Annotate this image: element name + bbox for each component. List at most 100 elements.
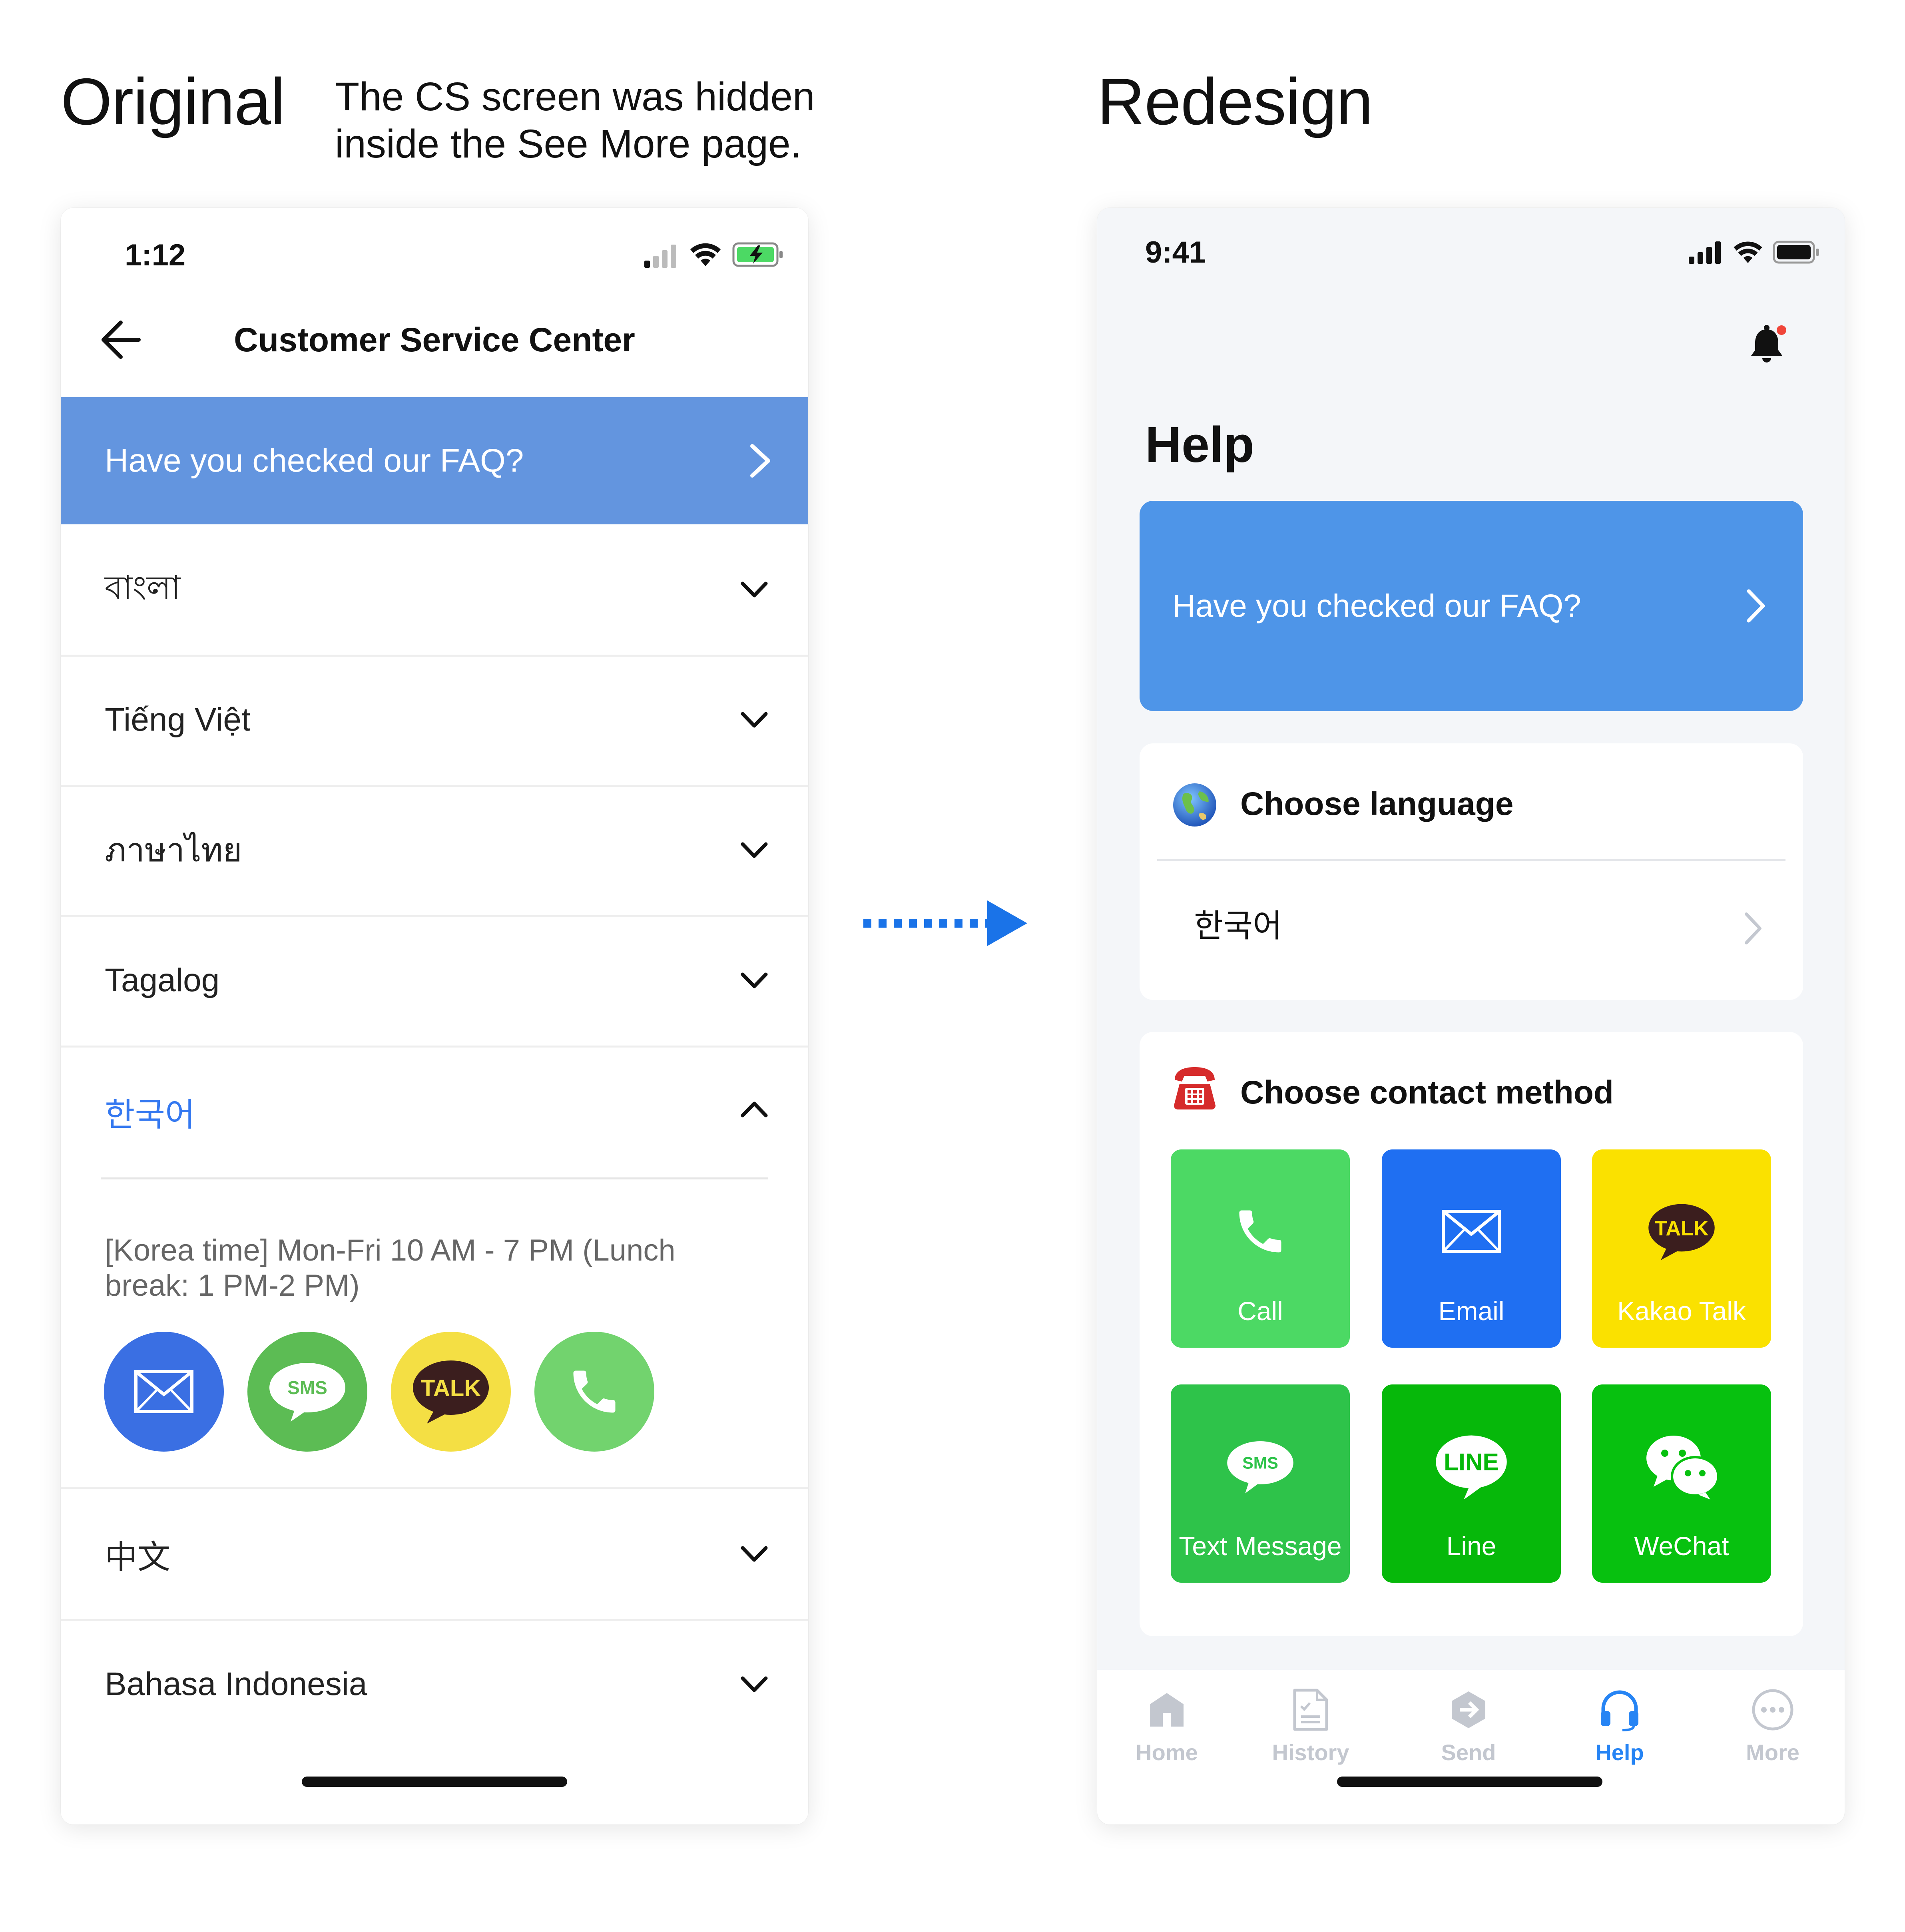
- original-phone-screen: 1:12 Customer Service Center Have you ch…: [61, 208, 808, 1824]
- language-label: বাংলা: [105, 569, 181, 606]
- kakao-talk-icon: TALK: [1648, 1204, 1715, 1260]
- sms-badge-text: SMS: [1242, 1454, 1278, 1472]
- tab-send[interactable]: Send: [1409, 1686, 1528, 1765]
- language-label: 中文: [105, 1539, 171, 1575]
- sms-icon: SMS: [1227, 1441, 1293, 1494]
- kakao-talk-button[interactable]: TALK: [391, 1332, 511, 1452]
- sms-icon: SMS: [269, 1363, 345, 1422]
- page-title: Customer Service Center: [234, 321, 635, 359]
- faq-banner-text: Have you checked our FAQ?: [105, 442, 524, 479]
- contact-card-title: Choose contact method: [1240, 1074, 1614, 1111]
- home-indicator: [302, 1777, 567, 1787]
- selected-language: 한국어: [1194, 908, 1282, 944]
- tab-history[interactable]: History: [1251, 1686, 1371, 1765]
- language-label: Tiếng Việt: [105, 701, 251, 738]
- history-icon: [1293, 1689, 1328, 1731]
- tile-label: Call: [1237, 1296, 1283, 1326]
- call-tile[interactable]: Call: [1171, 1149, 1350, 1348]
- tile-label: Email: [1438, 1296, 1504, 1326]
- original-note: The CS screen was hidden inside the See …: [335, 74, 815, 166]
- language-row-tagalog[interactable]: Tagalog: [61, 915, 808, 1048]
- faq-banner-text: Have you checked our FAQ?: [1172, 588, 1581, 623]
- language-row-thai[interactable]: ภาษาไทย: [61, 785, 808, 917]
- send-icon: [1452, 1691, 1485, 1728]
- tile-label: Kakao Talk: [1617, 1296, 1746, 1326]
- chevron-down-icon: [741, 712, 768, 728]
- sms-button[interactable]: SMS: [247, 1332, 367, 1452]
- chevron-down-icon: [741, 1676, 768, 1692]
- faq-banner[interactable]: Have you checked our FAQ?: [61, 397, 808, 524]
- battery-charging-icon: [732, 242, 783, 267]
- telephone-icon: [1174, 1067, 1216, 1109]
- selected-language-row[interactable]: 한국어: [1140, 861, 1803, 1000]
- kakao-talk-tile[interactable]: TALK Kakao Talk: [1592, 1149, 1771, 1348]
- language-card-title: Choose language: [1240, 786, 1514, 822]
- line-tile[interactable]: LINE Line: [1382, 1384, 1561, 1583]
- chevron-down-icon: [741, 972, 768, 988]
- divider: [101, 1177, 768, 1179]
- email-button[interactable]: [104, 1332, 224, 1452]
- kakao-badge-text: TALK: [421, 1375, 481, 1401]
- chevron-right-icon: [750, 444, 770, 478]
- language-label: Tagalog: [105, 962, 220, 998]
- language-row-indonesian[interactable]: Bahasa Indonesia: [61, 1619, 808, 1749]
- text-message-tile[interactable]: SMS Text Message: [1171, 1384, 1350, 1583]
- service-hours: [Korea time] Mon-Fri 10 AM - 7 PM (Lunch…: [105, 1233, 676, 1303]
- redesign-heading: Redesign: [1097, 65, 1373, 138]
- tile-label: Text Message: [1179, 1531, 1342, 1561]
- phone-icon: [573, 1370, 616, 1413]
- chevron-right-icon: [1747, 589, 1765, 623]
- more-icon: [1752, 1689, 1793, 1731]
- wifi-icon: [690, 243, 721, 266]
- wifi-icon: [1734, 241, 1762, 263]
- language-row-chinese[interactable]: 中文: [61, 1487, 808, 1621]
- chevron-down-icon: [741, 842, 768, 858]
- faq-banner[interactable]: Have you checked our FAQ?: [1140, 501, 1803, 711]
- tab-label: Send: [1441, 1740, 1496, 1765]
- tab-bar: Home History Send Help More: [1097, 1670, 1845, 1824]
- language-row-vietnamese[interactable]: Tiếng Việt: [61, 655, 808, 787]
- kakao-talk-icon: TALK: [413, 1360, 489, 1424]
- wechat-tile[interactable]: WeChat: [1592, 1384, 1771, 1583]
- chevron-down-icon: [741, 1546, 768, 1562]
- tab-label: History: [1272, 1740, 1349, 1765]
- battery-icon: [1773, 241, 1819, 264]
- wechat-icon: [1646, 1436, 1720, 1500]
- language-label: Bahasa Indonesia: [105, 1666, 367, 1702]
- tile-label: Line: [1446, 1531, 1497, 1561]
- tab-help[interactable]: Help: [1560, 1686, 1680, 1765]
- email-tile[interactable]: Email: [1382, 1149, 1561, 1348]
- original-heading: Original: [61, 65, 285, 138]
- language-row-korean[interactable]: 한국어: [61, 1046, 808, 1177]
- chevron-down-icon: [741, 582, 768, 598]
- headset-icon: [1601, 1690, 1638, 1731]
- chevron-up-icon: [741, 1101, 768, 1117]
- tab-label: More: [1746, 1740, 1799, 1765]
- sms-badge-text: SMS: [287, 1377, 327, 1398]
- tile-label: WeChat: [1634, 1531, 1729, 1561]
- status-time: 9:41: [1145, 235, 1206, 269]
- tab-home[interactable]: Home: [1107, 1686, 1227, 1765]
- contact-card: Choose contact method Call Email TALK Ka…: [1140, 1032, 1803, 1636]
- signal-icon: [644, 245, 676, 268]
- home-indicator: [1337, 1777, 1602, 1787]
- language-label: ภาษาไทย: [105, 832, 242, 868]
- language-row-bangla[interactable]: বাংলা: [61, 524, 808, 657]
- tab-label: Help: [1595, 1740, 1644, 1765]
- call-button[interactable]: [534, 1332, 654, 1452]
- language-label-expanded: 한국어: [105, 1096, 195, 1133]
- language-card: Choose language 한국어: [1140, 743, 1803, 1000]
- mail-icon: [1442, 1210, 1501, 1253]
- tab-more[interactable]: More: [1713, 1686, 1833, 1765]
- transition-arrow-icon: [863, 900, 1027, 946]
- notification-bell-icon[interactable]: [1745, 324, 1789, 368]
- mail-icon: [134, 1370, 193, 1413]
- redesign-phone-screen: 9:41 Help Have you checked our FAQ? Choo…: [1097, 208, 1845, 1824]
- status-time: 1:12: [125, 238, 186, 272]
- globe-icon: [1173, 783, 1216, 827]
- phone-icon: [1239, 1210, 1281, 1253]
- line-icon: LINE: [1436, 1435, 1507, 1500]
- chevron-right-icon: [1745, 912, 1762, 944]
- signal-icon: [1689, 241, 1721, 264]
- tab-label: Home: [1136, 1740, 1198, 1765]
